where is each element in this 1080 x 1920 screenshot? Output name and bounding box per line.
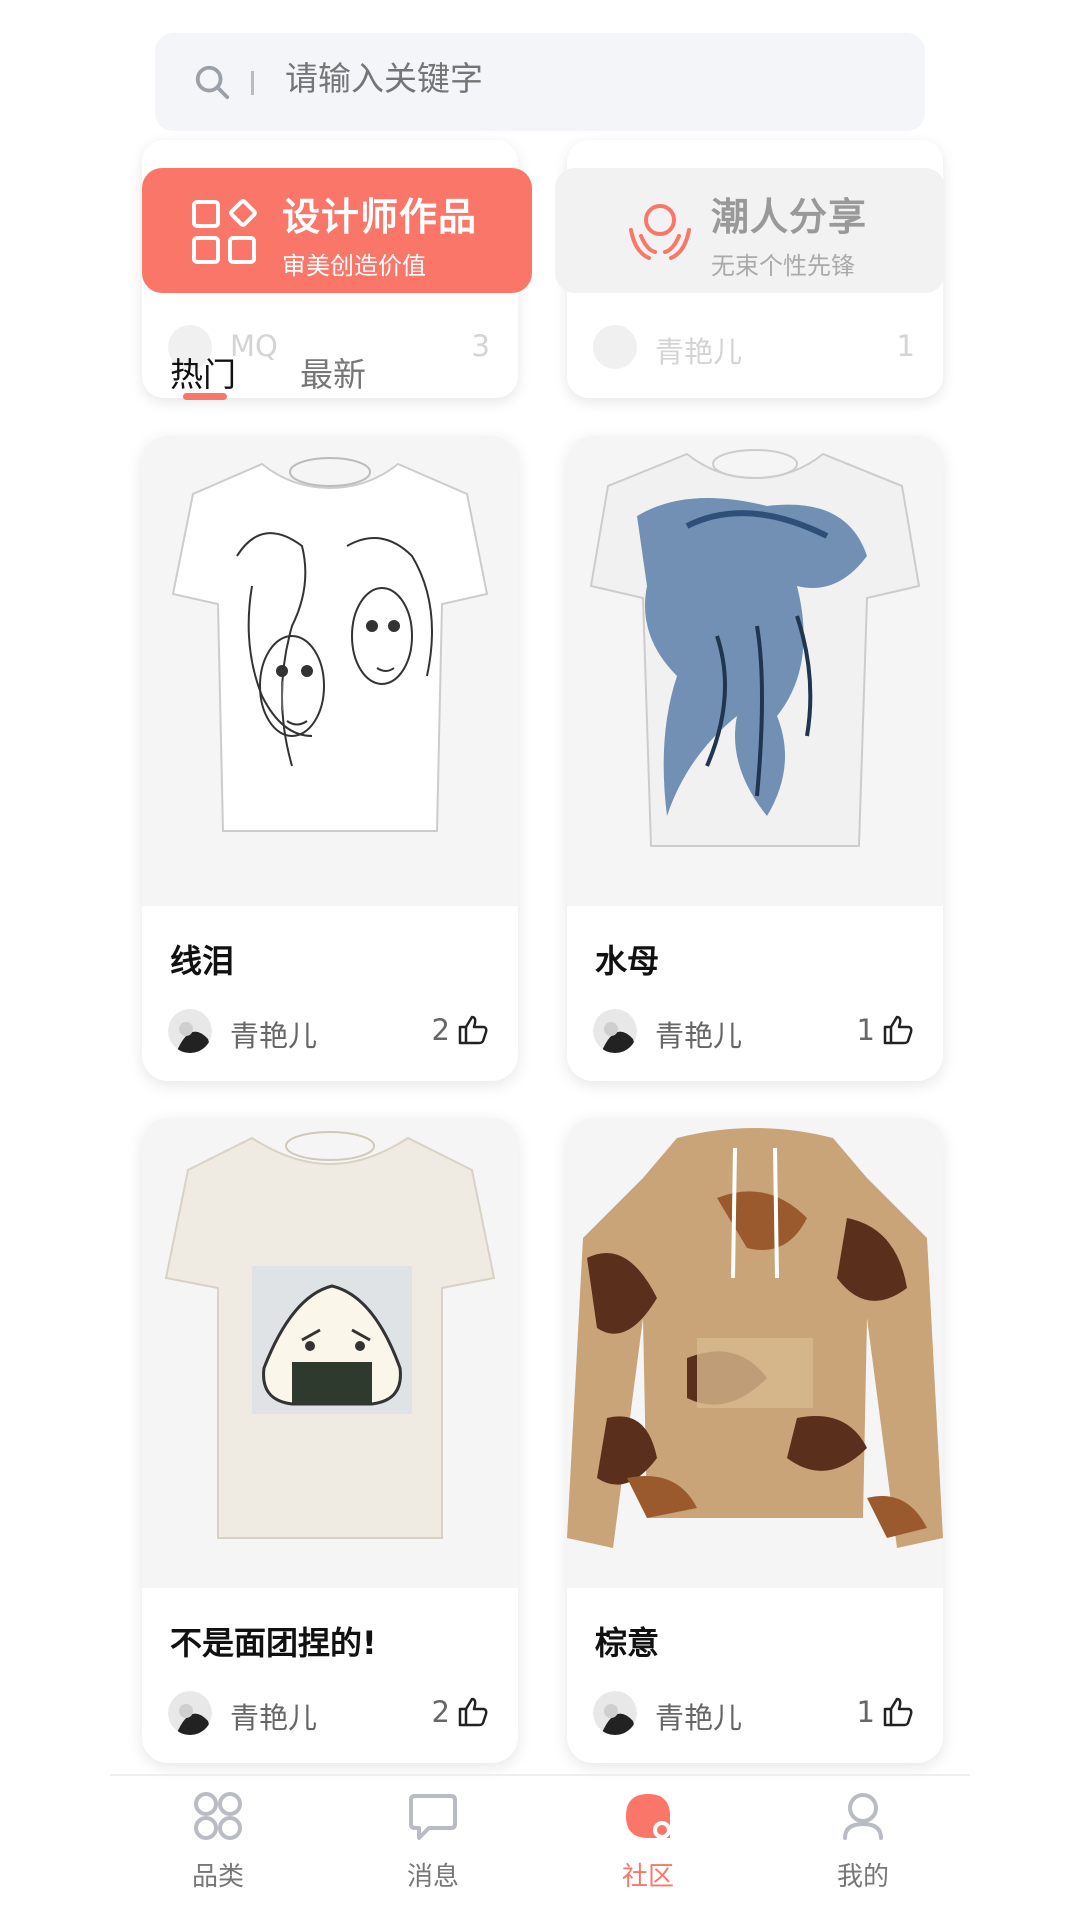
like-button[interactable]: 2 xyxy=(432,1695,490,1729)
product-card[interactable]: 水母 青艳儿 1 xyxy=(567,436,943,1081)
search-bar[interactable] xyxy=(155,33,925,131)
grid-icon xyxy=(194,1792,242,1840)
author-name: MQ xyxy=(230,329,278,363)
chat-icon xyxy=(409,1794,457,1840)
nav-label: 消息 xyxy=(406,1862,459,1892)
product-title: 线泪 xyxy=(170,942,235,980)
feature-title: 设计师作品 xyxy=(282,195,478,239)
avatar xyxy=(168,1009,212,1053)
like-button[interactable]: 2 xyxy=(432,1013,490,1047)
text-caret xyxy=(251,71,254,95)
nav-item-category[interactable]: 品类 xyxy=(148,1790,288,1893)
author-name[interactable]: 青艳儿 xyxy=(655,1695,742,1737)
feature-title: 潮人分享 xyxy=(711,195,868,239)
product-image xyxy=(567,1118,943,1588)
author-name[interactable]: 青艳儿 xyxy=(230,1695,317,1737)
product-image xyxy=(142,1118,518,1588)
thumbs-up-icon xyxy=(883,1015,913,1045)
author-name[interactable]: 青艳儿 xyxy=(655,1013,742,1055)
product-title: 棕意 xyxy=(595,1624,660,1662)
hands-heart-icon xyxy=(629,204,691,260)
product-card[interactable]: 不是面团捏的! 青艳儿 2 xyxy=(142,1118,518,1763)
tab-hot[interactable]: 热门 xyxy=(170,348,236,396)
like-count: 1 xyxy=(896,329,915,363)
avatar xyxy=(593,1009,637,1053)
like-count: 2 xyxy=(431,1695,450,1729)
product-image xyxy=(567,436,943,906)
nav-label: 品类 xyxy=(191,1862,244,1892)
tab-latest[interactable]: 最新 xyxy=(300,348,366,396)
product-title: 水母 xyxy=(595,942,660,980)
profile-icon xyxy=(843,1793,883,1840)
product-image xyxy=(142,436,518,906)
nav-item-community[interactable]: 社区 xyxy=(578,1790,718,1893)
feature-subtitle: 无束个性先锋 xyxy=(711,252,855,280)
designer-works-button[interactable]: 设计师作品 审美创造价值 xyxy=(142,168,532,293)
community-icon xyxy=(626,1794,671,1839)
search-icon xyxy=(195,65,230,100)
trendsetter-share-button[interactable]: 潮人分享 无束个性先锋 xyxy=(555,168,945,293)
like-count: 3 xyxy=(471,329,490,363)
search-input[interactable] xyxy=(285,59,805,98)
apps-icon xyxy=(192,199,257,264)
nav-divider xyxy=(110,1774,970,1776)
like-count: 2 xyxy=(431,1013,450,1047)
author-name[interactable]: 青艳儿 xyxy=(230,1013,317,1055)
product-card[interactable]: 线泪 青艳儿 2 xyxy=(142,436,518,1081)
nav-item-profile[interactable]: 我的 xyxy=(793,1790,933,1893)
like-count: 1 xyxy=(856,1695,875,1729)
feature-subtitle: 审美创造价值 xyxy=(282,252,426,280)
nav-label: 我的 xyxy=(836,1862,889,1892)
thumbs-up-icon xyxy=(458,1015,488,1045)
nav-item-messages[interactable]: 消息 xyxy=(363,1790,503,1893)
thumbs-up-icon xyxy=(883,1697,913,1727)
avatar xyxy=(593,1691,637,1735)
like-count: 1 xyxy=(856,1013,875,1047)
avatar xyxy=(593,325,637,369)
product-card[interactable]: 棕意 青艳儿 1 xyxy=(567,1118,943,1763)
product-title: 不是面团捏的! xyxy=(170,1624,377,1662)
author-name: 青艳儿 xyxy=(655,335,743,369)
nav-label: 社区 xyxy=(621,1862,674,1892)
like-button[interactable]: 1 xyxy=(857,1013,915,1047)
like-button[interactable]: 1 xyxy=(857,1695,915,1729)
thumbs-up-icon xyxy=(458,1697,488,1727)
tab-indicator xyxy=(183,393,227,400)
avatar xyxy=(168,1691,212,1735)
